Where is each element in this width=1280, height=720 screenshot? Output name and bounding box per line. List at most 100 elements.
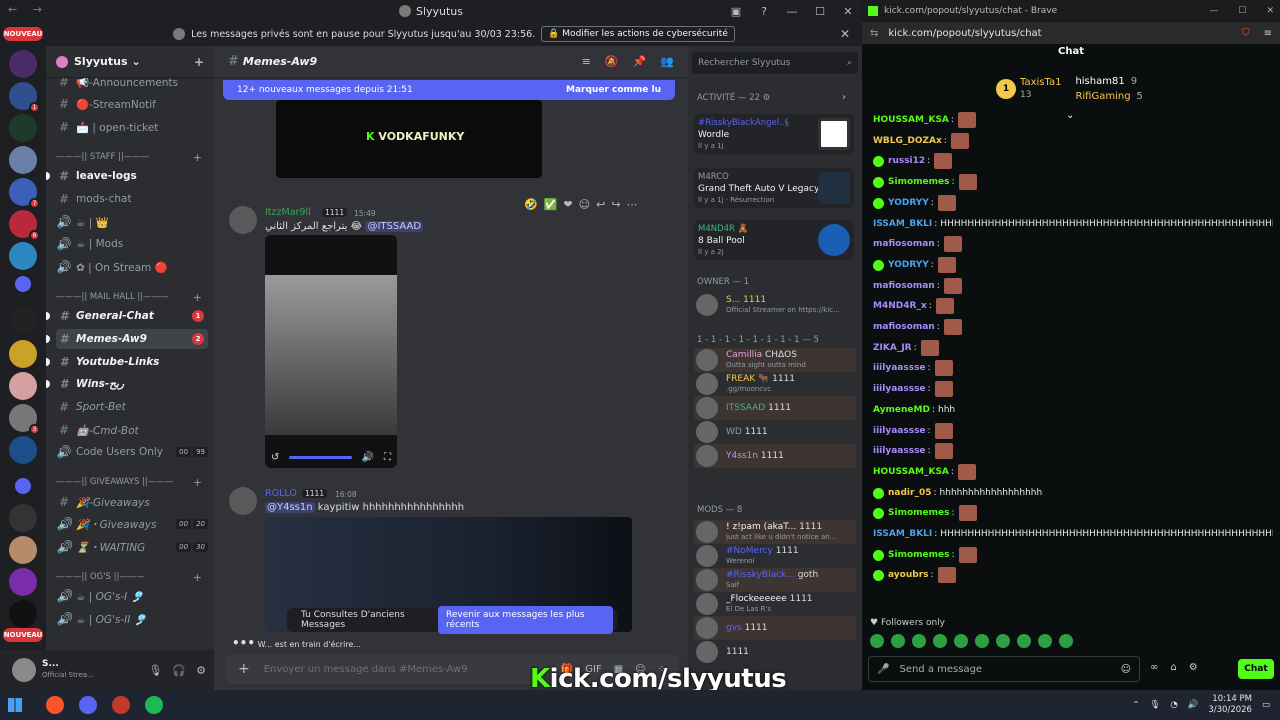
kick-chat-line[interactable]: M4ND4R_x: <box>873 296 1273 316</box>
channel-open-ticket[interactable]: # 📩 | open-ticket <box>56 117 208 137</box>
category-ogs[interactable]: ———|| OG's ||——— + <box>56 569 208 585</box>
server-icon[interactable] <box>9 436 37 464</box>
voice-channel-ogs-1[interactable]: 🔊 ☕ | OG's-I 🎐 <box>56 586 208 606</box>
nav-arrows[interactable]: ← → <box>8 3 48 16</box>
user-info[interactable]: S... Official Strea... <box>42 659 94 681</box>
emoji-icon[interactable]: ☺ <box>1121 664 1131 675</box>
chat-username[interactable]: YODRYY <box>888 260 929 270</box>
emote-icon[interactable] <box>996 634 1010 648</box>
maximize-button[interactable]: ☐ <box>806 0 834 22</box>
threads-icon[interactable]: ≡ <box>582 55 591 68</box>
add-channel-icon[interactable]: + <box>193 291 202 304</box>
activity-card[interactable]: #RisskyBlackAngel..§ Wordle Il y a 1j <box>694 114 854 154</box>
add-reaction-icon[interactable]: ☺ <box>579 198 590 211</box>
channel-general-chat[interactable]: # General-Chat 1 <box>56 306 208 326</box>
voice-channel-ogs-2[interactable]: 🔊 ☕ | OG's-II 🎐 <box>56 609 208 629</box>
video-progress[interactable] <box>289 455 352 459</box>
member-item[interactable]: gvs 1111 <box>694 616 856 640</box>
message-author[interactable]: ItzzMar9ll <box>265 207 311 218</box>
message-author[interactable]: ROLLO <box>265 488 297 499</box>
leaderboard-first[interactable]: 1 TaxisTa1 13 <box>996 74 1061 104</box>
attach-icon[interactable]: + <box>238 661 250 677</box>
emote-icon[interactable] <box>954 634 968 648</box>
chat-username[interactable]: ISSAM_BKLI <box>873 219 932 229</box>
obs-icon[interactable] <box>112 696 130 714</box>
chat-username[interactable]: nadir_05 <box>888 488 931 498</box>
kick-chat-line[interactable]: AymeneMD: hhh <box>873 400 1273 420</box>
channel-giveaways[interactable]: # 🎉-Giveaways <box>56 492 208 512</box>
channel-wins[interactable]: # Wins-ربح <box>56 374 208 394</box>
kick-chat-line[interactable]: iiilyaassse: <box>873 379 1273 399</box>
add-channel-icon[interactable]: + <box>193 571 202 584</box>
microphone-icon[interactable]: 🎙 <box>1150 700 1161 710</box>
kick-chat-line[interactable]: ISSAM_BKLI: HHHHHHHHHHHHHHHHHHHHHHHHHHHHH… <box>873 214 1273 234</box>
kick-chat-line[interactable]: Simomemes: <box>873 503 1273 523</box>
close-notice-icon[interactable]: ✕ <box>840 27 850 41</box>
emote-icon[interactable] <box>912 634 926 648</box>
settings-icon[interactable]: ⚙ <box>196 664 206 677</box>
more-icon[interactable]: ⋯ <box>627 198 638 211</box>
reaction-emoji[interactable]: ❤ <box>563 198 572 211</box>
inbox-icon[interactable]: ▣ <box>722 0 750 22</box>
kick-chat-line[interactable]: YODRYY: <box>873 255 1273 275</box>
kick-message-input[interactable]: 🎤 Send a message ☺ <box>868 656 1140 682</box>
add-channel-icon[interactable]: + <box>193 151 202 164</box>
chat-username[interactable]: HOUSSAM_KSA <box>873 467 949 477</box>
server-icon[interactable] <box>9 536 37 564</box>
server-icon[interactable] <box>9 50 37 78</box>
chat-username[interactable]: AymeneMD <box>873 405 930 415</box>
chat-username[interactable]: WBLG_DOZAx <box>873 136 942 146</box>
store-icon[interactable]: ⌂ <box>1170 662 1176 673</box>
server-icon[interactable] <box>9 340 37 368</box>
discord-icon[interactable] <box>79 696 97 714</box>
user-mention[interactable]: @Y4ss1n <box>265 502 315 513</box>
server-icon[interactable] <box>9 146 37 174</box>
voice-channel-giveaways[interactable]: 🔊 🎉・Giveaways 00 20 <box>56 514 208 534</box>
chat-username[interactable]: HOUSSAM_KSA <box>873 115 949 125</box>
kick-chat-line[interactable]: nadir_05: hhhhhhhhhhhhhhhhhh <box>873 483 1273 503</box>
voice-channel[interactable]: 🔊 ☕ | 👑 <box>56 212 208 232</box>
add-channel-icon[interactable]: + <box>193 476 202 489</box>
category-staff[interactable]: ———|| STAFF ||——— + <box>56 149 208 165</box>
video-player[interactable]: ↺ 🔊 ⛶ <box>265 235 397 468</box>
headphones-icon[interactable]: 🎧 <box>172 664 186 677</box>
forward-icon[interactable]: ↪ <box>611 198 620 211</box>
emote-icon[interactable] <box>1017 634 1031 648</box>
voice-channel-code-users[interactable]: 🔊 Code Users Only 00 99 <box>56 442 208 462</box>
channel-streamnotif[interactable]: # 🔴-StreamNotif <box>56 94 208 114</box>
chat-username[interactable]: ISSAM_BKLI <box>873 529 932 539</box>
kick-chat-line[interactable]: ZIKA_JR: <box>873 338 1273 358</box>
kick-chat-line[interactable]: WBLG_DOZAx: <box>873 131 1273 151</box>
channel-youtube-links[interactable]: # Youtube-Links <box>56 352 208 372</box>
kick-chat-line[interactable]: Simomemes: <box>873 172 1273 192</box>
emote-icon[interactable] <box>891 634 905 648</box>
leaderboard-entry[interactable]: RifiGaming 5 <box>1075 89 1142 104</box>
jump-to-recent-button[interactable]: Revenir aux messages les plus récents <box>438 606 613 634</box>
reaction-emoji[interactable]: ✅ <box>544 198 558 211</box>
chat-username[interactable]: iiilyaassse <box>873 384 926 394</box>
category-giveaways[interactable]: ———|| GIVEAWAYS ||——— + <box>56 474 208 490</box>
kick-chat-line[interactable]: HOUSSAM_KSA: <box>873 110 1273 130</box>
server-icon[interactable]: 6 <box>9 210 40 241</box>
category-mail-hall[interactable]: ———|| MAIL HALL ||——— + <box>56 289 208 305</box>
member-item[interactable]: ! z!pam (akaT... 1111 just act like u did… <box>694 520 856 544</box>
server-icon[interactable]: 7 <box>9 178 40 209</box>
server-icon[interactable] <box>9 504 37 532</box>
reply-icon[interactable]: ↩ <box>596 198 605 211</box>
replay-icon[interactable]: ↺ <box>271 452 279 463</box>
chat-username[interactable]: iiilyaassse <box>873 426 926 436</box>
avatar[interactable] <box>229 206 257 234</box>
server-icon[interactable] <box>9 600 37 628</box>
activity-card[interactable]: M4RCO Grand Theft Auto V Legacy Il y a 1… <box>694 168 854 208</box>
kick-chat-line[interactable]: Simomemes: <box>873 545 1273 565</box>
chat-username[interactable]: mafiosoman <box>873 281 935 291</box>
clock[interactable]: 10:14 PM 3/30/2026 <box>1208 694 1252 716</box>
kick-chat-line[interactable]: mafiosoman: <box>873 234 1273 254</box>
chat-username[interactable]: Simomemes <box>888 508 949 518</box>
wifi-icon[interactable]: ◔ <box>1170 700 1177 710</box>
member-item[interactable]: Camillia CHΔOS Outta sight outta mind <box>694 348 856 372</box>
channel-mods-chat[interactable]: # mods-chat <box>56 189 208 209</box>
member-item[interactable]: 1111 <box>694 640 856 664</box>
close-button[interactable]: ✕ <box>834 0 862 22</box>
send-chat-button[interactable]: Chat <box>1238 659 1274 679</box>
